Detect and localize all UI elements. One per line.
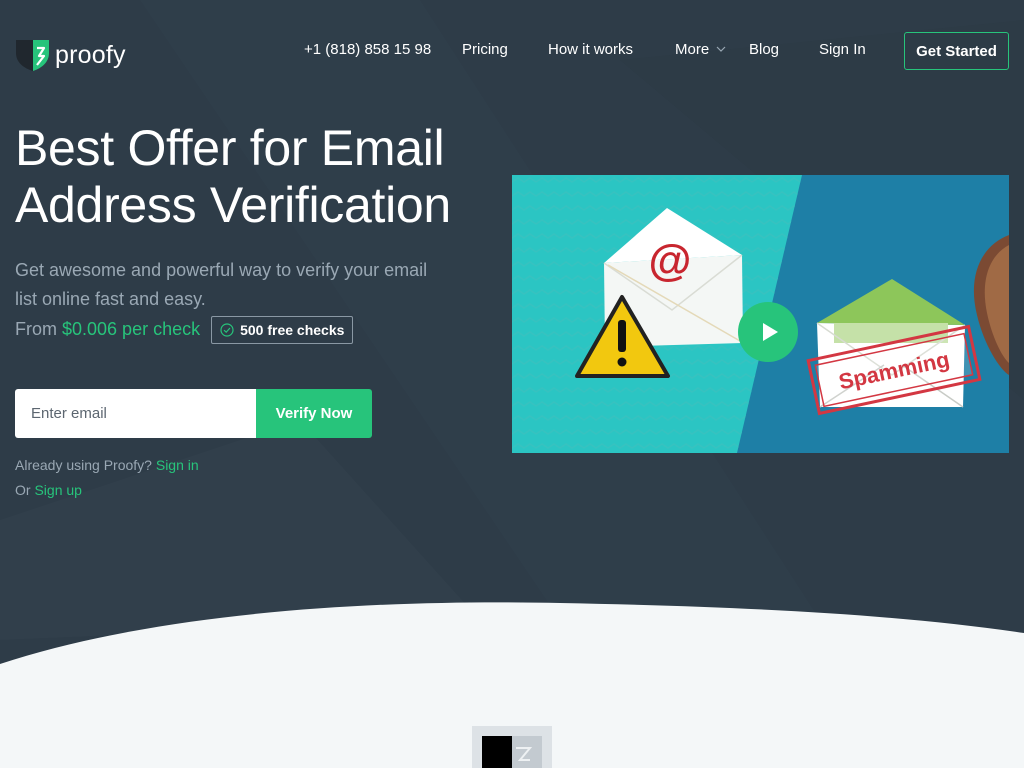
chevron-down-icon[interactable] [716,44,726,54]
verify-now-button[interactable]: Verify Now [256,389,372,438]
price-line: From $0.006 per check 500 free checks [15,315,354,344]
logo-text: proofy [55,41,126,69]
feature-logo-tile [472,726,552,768]
play-icon[interactable] [738,302,798,362]
nav-sign-in[interactable]: Sign In [819,40,866,60]
nav-phone[interactable]: +1 (818) 858 15 98 [304,40,431,60]
already-using-line: Already using Proofy? Sign in [15,456,199,474]
get-started-button[interactable]: Get Started [904,32,1009,70]
sign-up-line: Or Sign up [15,481,82,499]
or-text: Or [15,482,31,498]
price-prefix: From [15,319,57,339]
already-using-text: Already using Proofy? [15,457,152,473]
hero-headline: Best Offer for Email Address Verificatio… [15,120,451,233]
intro-video[interactable]: @ Spamming [512,175,1009,453]
free-checks-badge: 500 free checks [211,315,354,344]
price-value: $0.006 per check [62,319,201,339]
free-checks-label: 500 free checks [240,321,345,338]
sign-up-link[interactable]: Sign up [34,482,81,498]
nav-more[interactable]: More [675,40,709,60]
hero-subtitle: Get awesome and powerful way to verify y… [15,260,428,309]
at-symbol: @ [649,236,692,285]
email-input[interactable] [15,389,256,438]
proofy-shield-icon [16,40,49,71]
logo[interactable]: proofy [15,38,126,72]
nav-blog[interactable]: Blog [749,40,779,60]
nav-pricing[interactable]: Pricing [462,40,508,60]
nav-how-it-works[interactable]: How it works [548,40,633,60]
sign-in-link[interactable]: Sign in [156,457,199,473]
check-circle-icon [220,322,234,337]
feature-logo-icon [482,736,542,768]
